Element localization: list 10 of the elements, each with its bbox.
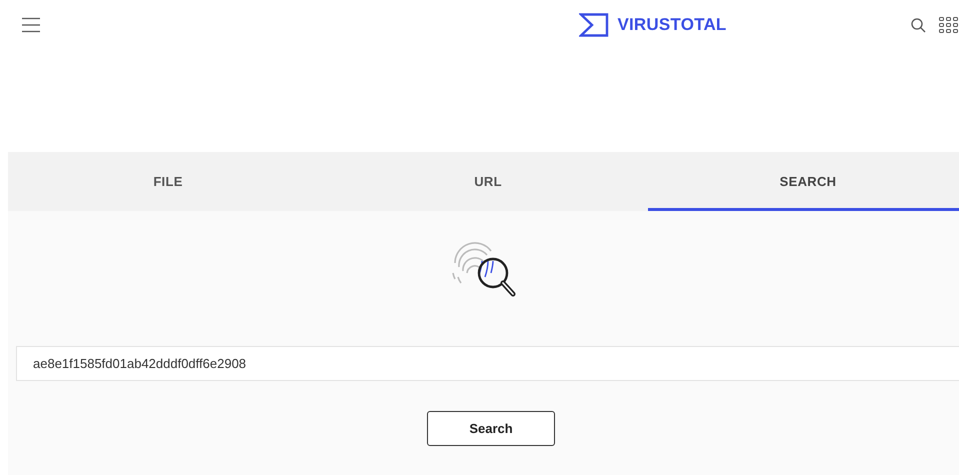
search-icon[interactable]	[910, 18, 926, 32]
search-input-field[interactable]: ae8e1f1585fd01ab42dddf0dff6e2908	[16, 346, 959, 381]
search-button[interactable]: Search	[427, 411, 555, 446]
tab[interactable]: FILE	[8, 152, 328, 211]
apps-grid-icon[interactable]	[938, 17, 959, 33]
logo-text: VIRUSTOTAL	[617, 15, 727, 35]
menu-icon[interactable]	[22, 17, 40, 33]
tab[interactable]: SEARCH	[648, 152, 959, 211]
logo-icon	[579, 13, 610, 37]
tab[interactable]: URL	[328, 152, 648, 211]
